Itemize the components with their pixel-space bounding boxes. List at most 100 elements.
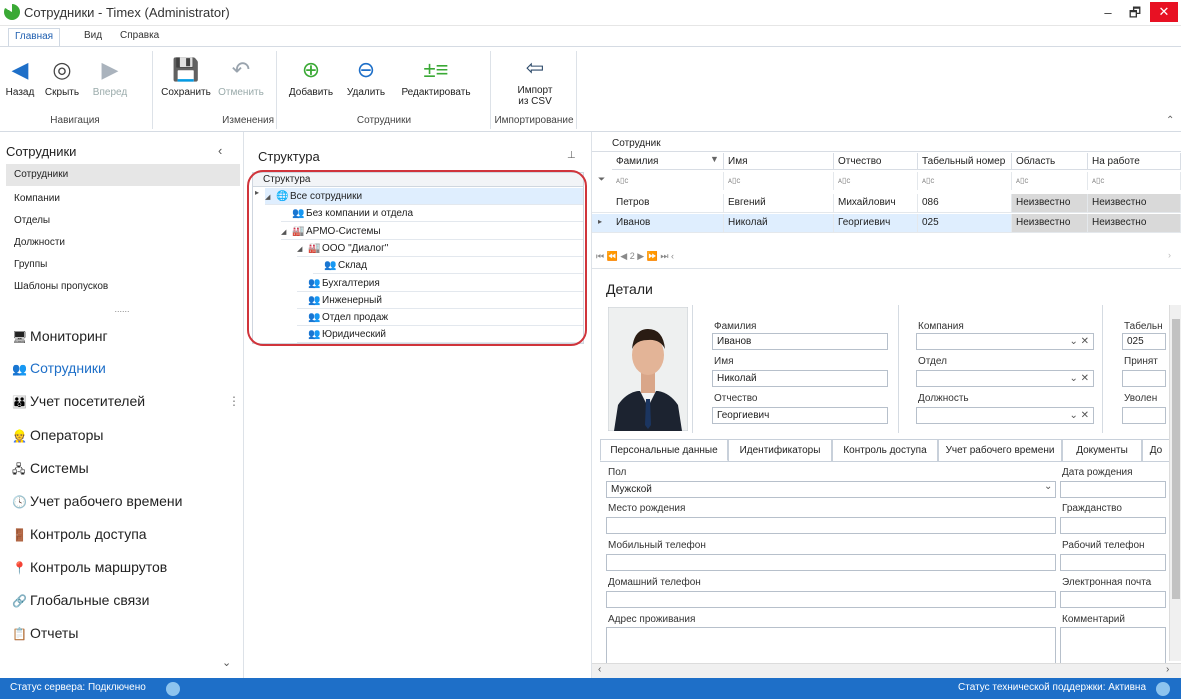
table-cell[interactable]: 086 [918, 194, 1012, 212]
tab-num-field[interactable]: 025 [1122, 333, 1166, 350]
nav-item-clock[interactable]: 🕓 Учет рабочего времени [12, 493, 182, 509]
pager-controls[interactable]: ⏮ ⏪ ◀ 2 ▶ ⏩ ⏭ ‹ [596, 251, 674, 262]
nav-sub-departments[interactable]: Отделы [14, 215, 50, 226]
scroll-left-icon[interactable]: ‹ [598, 664, 601, 675]
nav-item-systems[interactable]: 🖧 Системы [12, 460, 89, 481]
gender-select[interactable]: Мужской [606, 481, 1056, 498]
table-cell[interactable]: Неизвестно [1012, 214, 1088, 232]
column-header[interactable]: Отчество [834, 153, 918, 170]
close-button[interactable]: ✕ [1150, 2, 1178, 22]
mobile-field[interactable] [606, 554, 1056, 571]
address-label: Адрес проживания [608, 614, 696, 625]
nav-item-route[interactable]: 📍 Контроль маршрутов [12, 559, 167, 575]
last-name-field[interactable]: Иванов [712, 333, 888, 350]
work-phone-field[interactable] [1060, 554, 1166, 571]
citizenship-field[interactable] [1060, 517, 1166, 534]
birth-place-field[interactable] [606, 517, 1056, 534]
table-cell[interactable]: Петров [612, 194, 724, 212]
nav-item-visitors[interactable]: 👪 Учет посетителей [12, 393, 145, 409]
column-header[interactable]: Фамилия [612, 153, 724, 170]
pin-icon[interactable]: ⊥ [567, 150, 576, 161]
gender-dropdown-icon[interactable]: ⌄ [1044, 481, 1052, 492]
scroll-right-icon[interactable]: › [1166, 664, 1169, 675]
nav-item-operators[interactable]: 👷 Операторы [12, 427, 103, 443]
department-dropdown-icon[interactable]: ⌄ ✕ [1069, 371, 1089, 386]
sort-arrow-icon[interactable]: ▼ [710, 154, 719, 164]
filter-cell[interactable]: ᴀ▯c [1012, 172, 1088, 190]
nav-item-reports[interactable]: 📋 Отчеты [12, 625, 78, 641]
splitter-handle[interactable]: ⋮ [228, 394, 240, 408]
add-button[interactable]: ⊕ Добавить [282, 55, 340, 98]
nav-item-label: Сотрудники [30, 360, 106, 376]
nav-sub-companies[interactable]: Компании [14, 193, 60, 204]
table-cell[interactable]: Неизвестно [1088, 194, 1181, 212]
nav-item-door[interactable]: 🚪 Контроль доступа [12, 526, 147, 542]
edit-button[interactable]: ±≡ Редактировать [394, 55, 478, 98]
department-select[interactable]: ⌄ ✕ [916, 370, 1094, 387]
table-cell[interactable]: Николай [724, 214, 834, 232]
tab-5[interactable]: До [1142, 439, 1170, 461]
birth-date-field[interactable] [1060, 481, 1166, 498]
filter-cell[interactable]: ᴀ▯c [724, 172, 834, 190]
nav-sub-employees[interactable]: Сотрудники [6, 164, 240, 186]
first-name-field[interactable]: Николай [712, 370, 888, 387]
nav-sub-groups[interactable]: Группы [14, 259, 47, 270]
details-vertical-scrollbar[interactable] [1169, 305, 1181, 661]
hired-field[interactable] [1122, 370, 1166, 387]
hide-button[interactable]: ◎ Скрыть [42, 55, 82, 98]
nav-splitter-dots[interactable]: ...... [0, 304, 244, 314]
filter-cell[interactable]: ᴀ▯c [834, 172, 918, 190]
table-cell[interactable]: 025 [918, 214, 1012, 232]
save-button[interactable]: 💾 Сохранить [158, 55, 214, 98]
email-field[interactable] [1060, 591, 1166, 608]
minimize-button[interactable]: – [1095, 3, 1121, 23]
table-cell[interactable]: Иванов [612, 214, 724, 232]
delete-button[interactable]: ⊖ Удалить [340, 55, 392, 98]
back-button[interactable]: ◀ Назад [4, 55, 36, 98]
scroll-thumb[interactable] [1172, 319, 1180, 599]
company-select[interactable]: ⌄ ✕ [916, 333, 1094, 350]
restore-button[interactable]: 🗗 [1122, 3, 1148, 23]
column-header[interactable]: Имя [724, 153, 834, 170]
position-dropdown-icon[interactable]: ⌄ ✕ [1069, 408, 1089, 423]
details-horizontal-scrollbar[interactable]: ‹ › [592, 663, 1181, 678]
patronymic-field[interactable]: Георгиевич [712, 407, 888, 424]
nav-sub-pass-templates[interactable]: Шаблоны пропусков [14, 281, 108, 292]
nav-item-employees[interactable]: 👥 Сотрудники [12, 360, 106, 376]
column-header[interactable]: Область [1012, 153, 1088, 170]
tab-2[interactable]: Контроль доступа [832, 439, 938, 461]
position-select[interactable]: ⌄ ✕ [916, 407, 1094, 424]
nav-item-link[interactable]: 🔗 Глобальные связи [12, 592, 149, 608]
tab-home[interactable]: Главная [8, 28, 61, 46]
filter-cell[interactable]: ᴀ▯c [918, 172, 1012, 190]
import-csv-button[interactable]: ⇦ Импорт из CSV [510, 53, 560, 107]
pager-scroll-right-icon[interactable]: › [1168, 250, 1171, 260]
nav-item-monitor[interactable]: 🖥 Мониторинг [12, 328, 108, 344]
tab-view[interactable]: Вид [78, 28, 108, 46]
address-field[interactable] [606, 627, 1056, 665]
table-cell[interactable]: Михайлович [834, 194, 918, 212]
column-header[interactable]: Табельный номер [918, 153, 1012, 170]
column-header[interactable]: На работе [1088, 153, 1181, 170]
fired-field[interactable] [1122, 407, 1166, 424]
filter-cell[interactable]: ᴀ▯c [1088, 172, 1181, 190]
collapse-ribbon-icon[interactable]: ⌃ [1166, 115, 1174, 126]
tab-0[interactable]: Персональные данные [600, 439, 728, 461]
table-cell[interactable]: Евгений [724, 194, 834, 212]
comment-field[interactable] [1060, 627, 1166, 665]
tab-help[interactable]: Справка [114, 28, 165, 46]
tab-1[interactable]: Идентификаторы [728, 439, 832, 461]
forward-button[interactable]: ▶ Вперед [90, 55, 130, 98]
tab-4[interactable]: Документы [1062, 439, 1142, 461]
collapse-nav-icon[interactable]: ‹ [218, 143, 222, 158]
company-dropdown-icon[interactable]: ⌄ ✕ [1069, 334, 1089, 349]
tab-3[interactable]: Учет рабочего времени [938, 439, 1062, 461]
nav-sub-positions[interactable]: Должности [14, 237, 65, 248]
table-cell[interactable]: Георгиевич [834, 214, 918, 232]
filter-cell[interactable]: ᴀ▯c [612, 172, 724, 190]
table-cell[interactable]: Неизвестно [1012, 194, 1088, 212]
nav-scroll-down-icon[interactable]: ⌄ [222, 656, 231, 669]
table-cell[interactable]: Неизвестно [1088, 214, 1181, 232]
home-phone-field[interactable] [606, 591, 1056, 608]
undo-button[interactable]: ↶ Отменить [216, 55, 266, 98]
